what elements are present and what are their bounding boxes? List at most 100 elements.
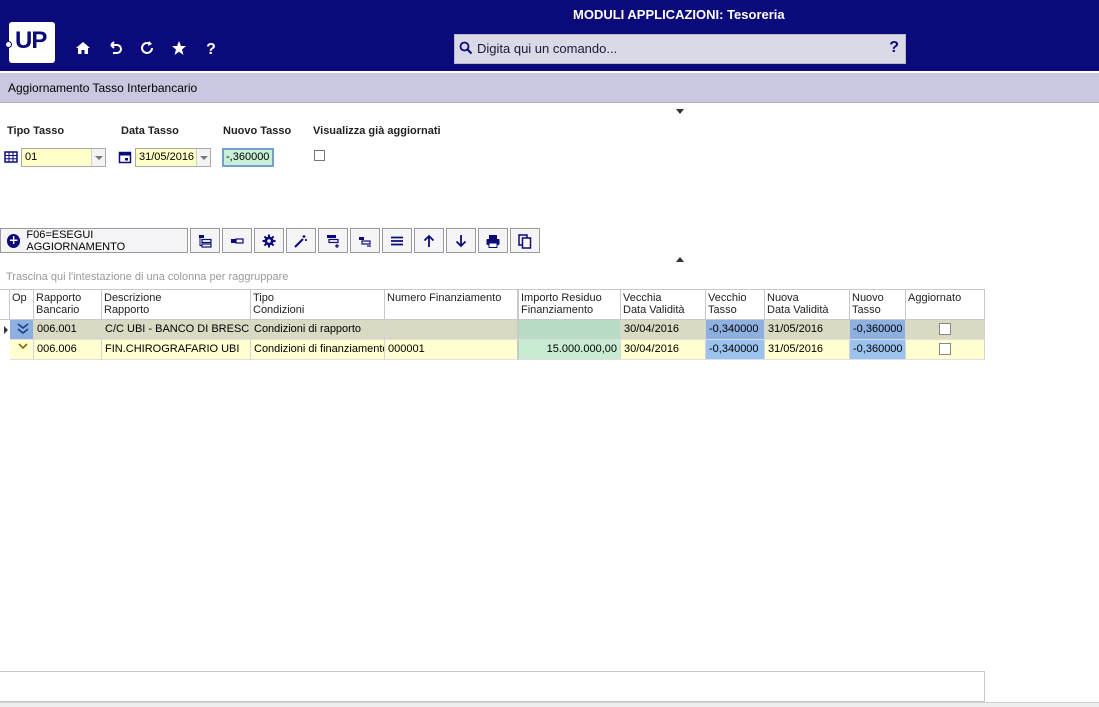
numero-cell[interactable]: 000001 — [385, 340, 519, 360]
add-filter-button[interactable] — [318, 228, 348, 253]
menu-button[interactable] — [382, 228, 412, 253]
logo-dot — [5, 41, 12, 48]
command-input[interactable]: Digita qui un comando... ? — [454, 34, 906, 64]
column-header-label: Data Validità — [767, 304, 829, 316]
importo-cell[interactable]: 15.000.000,00 — [519, 340, 621, 360]
vecchia-data-cell[interactable]: 30/04/2016 — [621, 320, 706, 340]
data-tasso-value: 31/05/2016 — [139, 151, 195, 163]
column-header-label: Vecchia — [623, 292, 662, 304]
move-up-button[interactable] — [414, 228, 444, 253]
nuova-data-cell[interactable]: 31/05/2016 — [765, 340, 850, 360]
column-header-importo[interactable]: Importo Residuo Finanziamento — [519, 289, 621, 320]
nuovo-tasso-cell[interactable]: -0,360000 — [850, 320, 906, 340]
rapporto-cell[interactable]: 006.006 — [34, 340, 102, 360]
column-header-label: Bancario — [36, 304, 80, 316]
star-icon[interactable] — [169, 40, 189, 60]
column-header-label: Descrizione — [104, 292, 162, 304]
plus-icon: + — [7, 232, 21, 248]
column-header-op[interactable]: Op — [10, 289, 34, 320]
rapporto-cell[interactable]: 006.001 — [34, 320, 102, 340]
visualizza-checkbox[interactable] — [314, 150, 325, 161]
group-by-hint[interactable]: Trascina qui l'intestazione di una colon… — [6, 271, 288, 283]
data-tasso-label: Data Tasso — [121, 125, 179, 137]
vecchio-tasso-cell[interactable]: -0,340000 — [706, 320, 765, 340]
column-header-aggiornato[interactable]: Aggiornato — [906, 289, 985, 320]
chevron-down-icon[interactable] — [196, 149, 210, 166]
expand-groups-button[interactable] — [190, 228, 220, 253]
vecchio-tasso-cell[interactable]: -0,340000 — [706, 340, 765, 360]
double-chevron-down-icon — [17, 323, 29, 334]
importo-cell[interactable] — [519, 320, 621, 340]
remove-filter-icon — [359, 236, 371, 247]
column-header-rapporto[interactable]: Rapporto Bancario — [34, 289, 102, 320]
page-title: Aggiornamento Tasso Interbancario — [8, 81, 198, 95]
column-header-label: Condizioni — [253, 304, 305, 316]
grid-footer — [0, 671, 985, 702]
column-header-label: Numero Finanziamento — [387, 292, 502, 304]
print-button[interactable] — [478, 228, 508, 253]
column-header-label: Data Validità — [623, 304, 685, 316]
column-header-vecchia-data[interactable]: Vecchia Data Validità — [621, 289, 706, 320]
collapse-filters-icon[interactable] — [676, 109, 684, 114]
column-header-descrizione[interactable]: Descrizione Rapporto — [102, 289, 251, 320]
visualizza-label: Visualizza già aggiornati — [313, 125, 441, 137]
column-header-numero[interactable]: Numero Finanziamento — [385, 289, 519, 320]
logo-text: UP — [15, 27, 47, 54]
numero-cell[interactable] — [385, 320, 519, 340]
column-header-label: Rapporto — [104, 304, 150, 316]
arrow-down-icon — [455, 234, 467, 247]
column-header-vecchio-tasso[interactable]: Vecchio Tasso — [706, 289, 765, 320]
magic-wand-button[interactable] — [286, 228, 316, 253]
copy-icon — [518, 233, 532, 249]
page-title-bar: Aggiornamento Tasso Interbancario — [0, 73, 1099, 103]
nuovo-tasso-cell[interactable]: -0,360000 — [850, 340, 906, 360]
tipo-cell[interactable]: Condizioni di finanziamento — [251, 340, 385, 360]
chevron-down-icon — [18, 343, 28, 350]
tipo-cell[interactable]: Condizioni di rapporto — [251, 320, 385, 340]
move-down-button[interactable] — [446, 228, 476, 253]
print-icon — [486, 234, 500, 248]
column-header-nuovo-tasso[interactable]: Nuovo Tasso — [850, 289, 906, 320]
op-cell[interactable] — [10, 340, 34, 360]
execute-update-button[interactable]: + F06=ESEGUI AGGIORNAMENTO — [0, 228, 188, 253]
column-header-label: Vecchio — [708, 292, 747, 304]
op-cell[interactable] — [10, 320, 34, 340]
nuovo-tasso-input[interactable]: -,360000 — [222, 148, 274, 167]
aggiornato-cell — [906, 340, 985, 360]
column-header-nuova-data[interactable]: Nuova Data Validità — [765, 289, 850, 320]
descrizione-cell[interactable]: FIN.CHIROGRAFARIO UBI — [102, 340, 251, 360]
undo-icon[interactable] — [105, 40, 125, 60]
column-header-label: Finanziamento — [521, 304, 594, 316]
nuova-data-cell[interactable]: 31/05/2016 — [765, 320, 850, 340]
add-filter-icon — [327, 234, 339, 248]
remove-filter-button[interactable] — [350, 228, 380, 253]
aggiornato-checkbox[interactable] — [939, 323, 951, 335]
vecchia-data-cell[interactable]: 30/04/2016 — [621, 340, 706, 360]
descrizione-cell[interactable]: C/C UBI - BANCO DI BRESCIA — [102, 320, 251, 340]
column-header-tipo[interactable]: Tipo Condizioni — [251, 289, 385, 320]
calendar-icon[interactable] — [118, 150, 132, 164]
tipo-tasso-select[interactable]: 01 — [21, 148, 106, 167]
command-help-icon[interactable]: ? — [889, 39, 899, 57]
chevron-down-icon[interactable] — [91, 149, 105, 166]
status-bar — [0, 702, 1099, 707]
column-header-label: Importo Residuo — [521, 292, 602, 304]
tipo-tasso-label: Tipo Tasso — [7, 125, 65, 137]
home-icon[interactable] — [73, 40, 93, 60]
column-header-label: Op — [12, 292, 27, 304]
column-header-label: Tipo — [253, 292, 274, 304]
current-row-icon — [4, 326, 8, 334]
nuovo-tasso-value: -,360000 — [226, 151, 270, 163]
help-icon[interactable]: ? — [201, 40, 221, 60]
up-logo[interactable]: UP — [5, 22, 55, 63]
copy-button[interactable] — [510, 228, 540, 253]
data-tasso-field[interactable]: 31/05/2016 — [135, 148, 211, 167]
expand-groups-icon — [199, 234, 212, 248]
table-icon[interactable] — [4, 150, 18, 164]
execute-update-label: F06=ESEGUI AGGIORNAMENTO — [26, 228, 126, 253]
collapse-toolbar-icon[interactable] — [676, 257, 684, 262]
settings-button[interactable] — [254, 228, 284, 253]
collapse-groups-button[interactable] — [222, 228, 252, 253]
aggiornato-checkbox[interactable] — [939, 343, 951, 355]
refresh-icon[interactable] — [137, 40, 157, 60]
